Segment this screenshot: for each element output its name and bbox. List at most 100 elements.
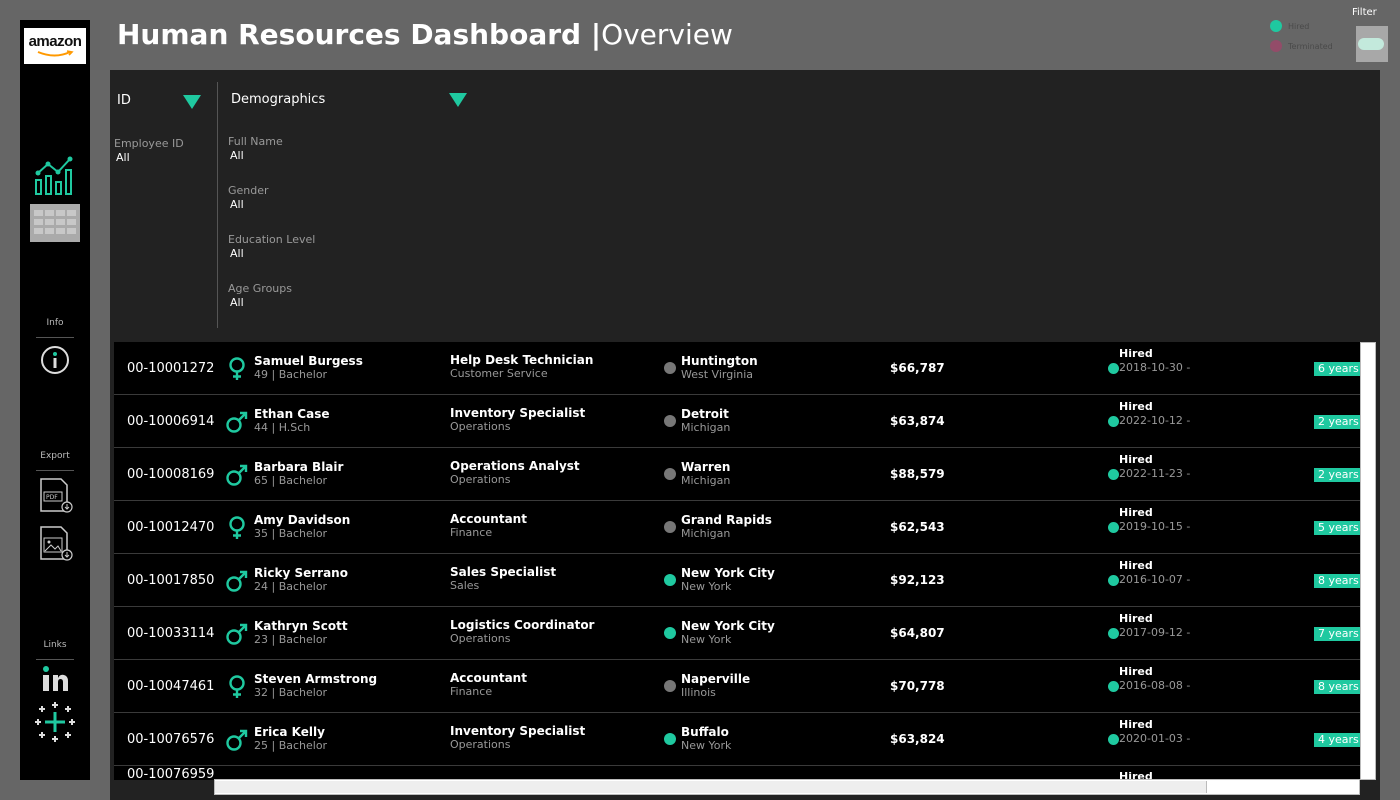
employee-id: 00-10001272 [127,361,215,376]
education-filter-label: Education Level [228,233,316,246]
toggle-knob [1358,38,1384,50]
status-legend: Hired Terminated [1270,16,1333,56]
department: Operations [450,473,511,486]
id-filter-header[interactable]: ID [117,93,131,108]
city: New York City [681,566,775,580]
city: Detroit [681,407,729,421]
job-title: Inventory Specialist [450,724,586,738]
links-section-label: Links [43,640,67,650]
status-dot-icon [1108,363,1119,374]
status-dot-icon [1108,628,1119,639]
hire-date: 2016-10-07 - [1119,573,1191,586]
tenure-badge: 2 years [1314,415,1360,429]
department: Finance [450,685,493,698]
hired-dot-icon [1270,20,1282,32]
demographics-collapse-triangle-icon[interactable] [449,93,467,107]
table-row[interactable]: 00-10076576 Erica Kelly 25 | Bachelor Inven… [114,713,1360,766]
hire-date: 2022-11-23 - [1119,467,1191,480]
status-label: Hired [1119,453,1153,466]
gender-filter-value[interactable]: All [230,198,244,211]
job-title: Accountant [450,671,527,685]
export-pdf-icon[interactable]: PDF [39,477,75,515]
salary: $88,579 [890,467,945,481]
table-row[interactable]: 00-10076959 Hired [114,766,1360,780]
tenure-badge: 7 years [1314,627,1360,641]
salary: $63,874 [890,414,945,428]
table-row[interactable]: 00-10006914 Ethan Case 44 | H.Sch Inventory… [114,395,1360,448]
state: New York [681,580,732,593]
demographics-filter-header[interactable]: Demographics [231,92,325,107]
tableau-icon[interactable] [33,700,77,744]
employee-age-education: 65 | Bachelor [254,474,328,487]
employee-name: Barbara Blair [254,460,344,474]
overview-chart-icon[interactable] [32,156,76,196]
employee-age-education: 23 | Bachelor [254,633,328,646]
state: West Virginia [681,368,754,381]
job-title: Sales Specialist [450,565,557,579]
full-name-filter-label: Full Name [228,135,283,148]
age-groups-filter-value[interactable]: All [230,296,244,309]
department: Sales [450,579,480,592]
employee-id: 00-10076959 [127,767,215,780]
state: Michigan [681,527,731,540]
hire-date: 2017-09-12 - [1119,626,1191,639]
department: Operations [450,420,511,433]
filter-toggle-label: Filter [1352,7,1377,18]
export-section-label: Export [40,451,70,461]
terminated-dot-icon [1270,40,1282,52]
legend-label-hired: Hired [1288,21,1310,31]
filter-toggle[interactable] [1356,26,1388,62]
employee-id: 00-10017850 [127,573,215,588]
status-label: Hired [1119,612,1153,625]
job-title: Accountant [450,512,527,526]
export-divider [36,470,74,471]
state: Michigan [681,474,731,487]
education-filter-value[interactable]: All [230,247,244,260]
table-row[interactable]: 00-10033114 Kathryn Scott 23 | Bachelor Log… [114,607,1360,660]
employee-id-filter-value[interactable]: All [116,151,130,164]
state: Illinois [681,686,716,699]
vertical-scrollbar[interactable] [1360,342,1376,780]
male-gender-icon [226,622,248,646]
table-row[interactable]: 00-10012470 Amy Davidson 35 | Bachelor Acco… [114,501,1360,554]
table-row[interactable]: 00-10017850 Ricky Serrano 24 | Bachelor Sal… [114,554,1360,607]
employee-id: 00-10006914 [127,414,215,429]
table-row[interactable]: 00-10047461 Steven Armstrong 32 | Bachelor… [114,660,1360,713]
hire-date: 2022-10-12 - [1119,414,1191,427]
location-dot-icon [664,468,676,480]
salary: $70,778 [890,679,945,693]
location-dot-icon [664,521,676,533]
linkedin-icon[interactable] [40,665,70,693]
status-dot-icon [1108,681,1119,692]
status-label: Hired [1119,400,1153,413]
employee-name: Erica Kelly [254,725,325,739]
department: Customer Service [450,367,548,380]
state: New York [681,739,732,752]
horizontal-scrollbar[interactable] [214,779,1360,795]
tenure-badge: 6 years [1314,362,1360,376]
age-groups-filter-label: Age Groups [228,282,292,295]
tenure-badge: 5 years [1314,521,1360,535]
legend-item-terminated[interactable]: Terminated [1270,36,1333,56]
info-icon[interactable] [40,345,70,375]
hire-date: 2018-10-30 - [1119,361,1191,374]
amazon-logo[interactable]: amazon [24,28,86,64]
department: Operations [450,632,511,645]
male-gender-icon [226,728,248,752]
full-name-filter-value[interactable]: All [230,149,244,162]
employee-name: Amy Davidson [254,513,351,527]
horizontal-scrollbar-thumb[interactable] [215,781,1207,793]
status-label: Hired [1119,347,1153,360]
male-gender-icon [226,463,248,487]
legend-item-hired[interactable]: Hired [1270,16,1333,36]
id-collapse-triangle-icon[interactable] [183,95,201,109]
location-dot-icon [664,733,676,745]
status-dot-icon [1108,575,1119,586]
table-row[interactable]: 00-10001272 Samuel Burgess 49 | Bachelor He… [114,342,1360,395]
status-dot-icon [1108,522,1119,533]
details-table-icon[interactable] [30,204,80,242]
table-row[interactable]: 00-10008169 Barbara Blair 65 | Bachelor Ope… [114,448,1360,501]
job-title: Help Desk Technician [450,353,594,367]
export-image-icon[interactable] [39,525,75,563]
status-dot-icon [1108,469,1119,480]
